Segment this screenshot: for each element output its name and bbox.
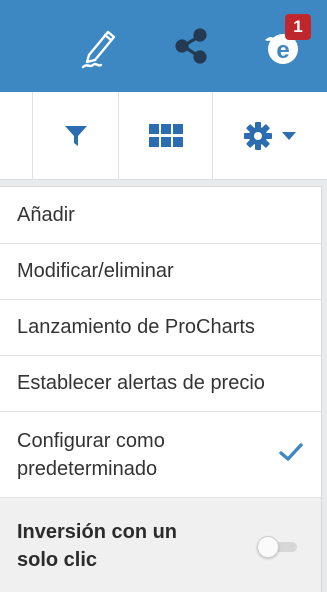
filter-icon (64, 126, 87, 146)
one-click-trading-label: Inversión con un solo clic (17, 520, 178, 571)
settings-menu: Añadir Modificar/eliminar Lanzamiento de… (0, 186, 322, 592)
share-button[interactable] (165, 18, 217, 74)
top-header: e 1 (0, 0, 327, 92)
one-click-trading-toggle[interactable] (257, 534, 299, 558)
caret-down-icon (282, 132, 296, 140)
gear-icon (244, 122, 272, 150)
notification-badge[interactable]: 1 (285, 14, 311, 40)
toolbar (0, 92, 327, 180)
one-click-trading-row: Inversión con un solo clic (0, 498, 321, 592)
menu-item-add[interactable]: Añadir (0, 187, 321, 244)
menu-item-label: Modificar/eliminar (17, 260, 174, 282)
checkmark-icon (279, 443, 303, 461)
menu-item-price-alerts[interactable]: Establecer alertas de precio (0, 356, 321, 412)
menu-item-label: Lanzamiento de ProCharts (17, 316, 255, 338)
menu-item-launch-procharts[interactable]: Lanzamiento de ProCharts (0, 300, 321, 356)
grid-icon (148, 124, 183, 147)
menu-item-modify-delete[interactable]: Modificar/eliminar (0, 244, 321, 300)
toggle-knob (257, 536, 279, 558)
menu-item-set-default[interactable]: Configurar como predeterminado (0, 412, 321, 498)
svg-text:e: e (276, 37, 289, 64)
menu-item-label: Establecer alertas de precio (17, 372, 265, 394)
grid-view-button[interactable] (119, 92, 212, 180)
menu-item-label: Añadir (17, 203, 75, 226)
filter-button[interactable] (33, 92, 118, 180)
pencil-icon (81, 30, 116, 69)
settings-dropdown-button[interactable] (213, 92, 327, 180)
menu-item-label: Configurar como predeterminado (17, 429, 165, 480)
edit-button[interactable] (74, 18, 126, 74)
share-icon (175, 28, 207, 64)
